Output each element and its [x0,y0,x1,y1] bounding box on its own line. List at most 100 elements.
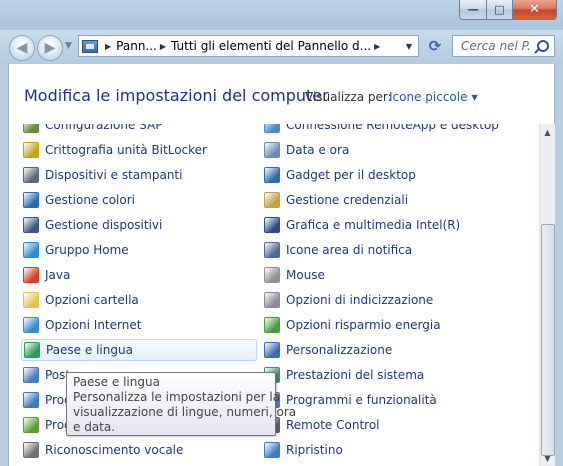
intel-graphics-icon [264,217,280,233]
recovery-icon [264,442,280,458]
control-panel-item[interactable]: Icone area di notifica [262,239,502,261]
control-panel-item[interactable]: Ripristino [262,439,502,461]
device-manager-icon [23,217,39,233]
search-icon[interactable] [537,40,549,52]
item-label: Gestione credenziali [286,193,409,207]
search-box[interactable] [452,35,555,57]
forward-button[interactable]: ▶ [37,35,63,61]
control-panel-item[interactable]: Gestione dispositivi [21,214,257,236]
back-arrow-icon: ◀ [16,40,28,56]
tooltip-line: Personalizza le impostazioni per la [73,390,281,404]
control-panel-item[interactable]: Opzioni Internet [21,314,257,336]
control-panel-icon [82,39,98,53]
control-panel-item[interactable]: Remote Control [262,414,502,436]
credential-vault-icon [264,192,280,208]
item-label: Java [45,268,71,282]
control-panel-item[interactable]: Data e ora [262,139,502,161]
maximize-button[interactable]: □ [487,0,513,20]
view-by-dropdown[interactable]: Icone piccole ▼ [389,90,478,104]
item-label: Opzioni cartella [45,293,139,307]
control-panel-item[interactable]: Java [21,264,257,286]
item-label: Icone area di notifica [286,243,413,257]
breadcrumb-item-panel[interactable]: Pann... [116,39,157,53]
item-label: Grafica e multimedia Intel(R) [286,218,461,232]
title-bar: — □ ✕ [0,0,563,30]
control-panel-item[interactable]: Opzioni cartella [21,289,257,311]
scroll-up-button[interactable]: ▲ [540,124,555,140]
view-by-label: Visualizza per: [305,90,392,104]
default-programs-icon [23,417,39,433]
caption-buttons: — □ ✕ [459,0,557,20]
control-panel-item[interactable]: Grafica e multimedia Intel(R) [262,214,502,236]
minimize-button[interactable]: — [459,0,487,20]
refresh-button[interactable]: ⟳ [423,35,447,57]
search-input[interactable] [461,39,531,53]
java-icon [23,267,39,283]
control-panel-item[interactable]: Personalizzazione [262,339,502,361]
vertical-scrollbar[interactable]: ▲ ▼ [539,124,555,466]
folder-icon [23,292,39,308]
item-label: Gestione colori [45,193,135,207]
microphone-icon [23,442,39,458]
address-dropdown-icon[interactable]: ▼ [406,42,412,51]
calendar-clock-icon [264,142,280,158]
control-panel-item[interactable]: Paese e lingua [21,339,257,361]
chevron-down-icon: ▼ [471,93,478,102]
power-options-icon [264,317,280,333]
item-label: Configurazione SAP [45,124,163,132]
breadcrumb-separator-icon[interactable]: ▶ [105,42,111,51]
forward-arrow-icon: ▶ [44,40,56,56]
control-panel-item[interactable]: Crittografia unità BitLocker [21,139,257,161]
control-panel-item[interactable]: Gestione credenziali [262,189,502,211]
control-panel-item[interactable]: Configurazione SAP [21,124,257,136]
control-panel-item[interactable]: Connessione RemoteApp e desktop [262,124,502,136]
scroll-down-button[interactable]: ▼ [540,450,555,466]
control-panel-item[interactable]: Gestione colori [21,189,257,211]
item-label: Opzioni Internet [45,318,142,332]
tooltip-title: Paese e lingua [73,375,160,389]
monitor-color-icon [23,192,39,208]
item-label: Programmi e funzionalità [286,393,437,407]
back-button[interactable]: ◀ [9,35,35,61]
item-label: Paese e lingua [46,343,133,357]
control-panel-item[interactable]: Gadget per il desktop [262,164,502,186]
globe-icon [24,342,40,358]
sap-config-icon [23,124,39,133]
page-title: Modifica le impostazioni del computer [24,86,329,105]
control-panel-item[interactable]: Dispositivi e stampanti [21,164,257,186]
bitlocker-key-icon [23,142,39,158]
item-label: Ripristino [286,443,343,457]
item-label: Dispositivi e stampanti [45,168,183,182]
item-label: Crittografia unità BitLocker [45,143,207,157]
control-panel-item[interactable]: Prestazioni del sistema [262,364,502,386]
navigation-bar: ◀ ▶ ▼ ▶ Pann... ▶ Tutti gli elementi del… [0,30,563,64]
recent-pages-button[interactable]: ▼ [65,41,72,51]
item-label: Opzioni di indicizzazione [286,293,434,307]
item-label: Connessione RemoteApp e desktop [286,124,499,132]
printer-icon [23,167,39,183]
item-label: Data e ora [286,143,350,157]
control-panel-item[interactable]: Programmi e funzionalità [262,389,502,411]
item-label: Gruppo Home [45,243,129,257]
control-panel-item[interactable]: Riconoscimento vocale [21,439,257,461]
control-panel-item[interactable]: Opzioni risparmio energia [262,314,502,336]
breadcrumb-separator-icon[interactable]: ▶ [374,42,380,51]
breadcrumb-item-all-items[interactable]: Tutti gli elementi del Pannello d... [171,39,371,53]
tooltip-line: e data. [73,420,116,434]
control-panel-item[interactable]: Opzioni di indicizzazione [262,289,502,311]
control-panel-item[interactable]: Gruppo Home [21,239,257,261]
internet-options-icon [23,317,39,333]
scroll-thumb[interactable] [541,224,555,456]
item-label: Mouse [286,268,325,282]
close-button[interactable]: ✕ [513,0,557,20]
item-label: Personalizzazione [286,343,393,357]
control-panel-item[interactable]: Mouse [262,264,502,286]
item-label: Gadget per il desktop [286,168,416,182]
refresh-icon: ⟳ [428,37,442,55]
address-bar[interactable]: ▶ Pann... ▶ Tutti gli elementi del Panne… [78,35,419,57]
tooltip-line: visualizzazione di lingue, numeri, ora [73,405,297,419]
homegroup-icon [23,242,39,258]
breadcrumb-separator-icon[interactable]: ▶ [160,42,166,51]
item-label: Gestione dispositivi [45,218,163,232]
remoteapp-icon [264,124,280,133]
